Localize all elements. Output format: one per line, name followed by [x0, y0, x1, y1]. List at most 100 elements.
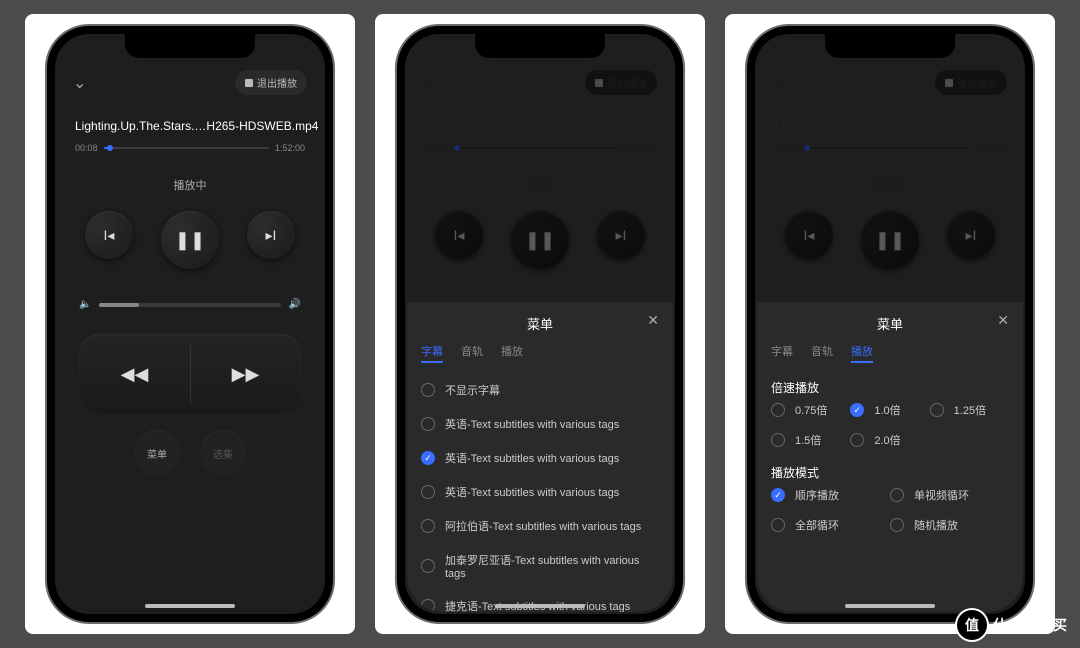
radio-icon: [771, 433, 785, 447]
menu-sheet: 菜单 ✕ 字幕 音轨 播放 倍速播放 0.75倍1.0倍1.25倍1.5倍2.0…: [757, 302, 1023, 612]
option-row[interactable]: 1.0倍: [850, 402, 929, 418]
phone-frame: ⌄ 退出播放 Day.Shift.2022.1080p…DR.HEVC-CMRG…: [395, 24, 685, 624]
option-label: 不显示字幕: [445, 382, 500, 398]
speed-section-label: 倍速播放: [771, 379, 1009, 396]
collapse-chevron-icon[interactable]: ⌄: [423, 73, 436, 93]
home-indicator: [495, 604, 585, 608]
tab-play[interactable]: 播放: [501, 343, 523, 363]
tab-subtitle[interactable]: 字幕: [421, 343, 443, 363]
close-icon[interactable]: ✕: [997, 312, 1009, 329]
time-duration: 1:52:00: [975, 143, 1005, 153]
option-label: 阿拉伯语-Text subtitles with various tags: [445, 518, 641, 534]
watermark-text: 什么值得买: [993, 615, 1068, 635]
radio-icon: [850, 433, 864, 447]
radio-icon: [421, 519, 435, 533]
option-row[interactable]: 0.75倍: [771, 402, 850, 418]
volume-high-icon: 🔊: [289, 299, 301, 310]
option-label: 顺序播放: [795, 487, 839, 503]
tab-audio[interactable]: 音轨: [811, 343, 833, 363]
prev-track-button[interactable]: I◂: [435, 211, 483, 259]
option-row[interactable]: 捷克语-Text subtitles with various tags: [421, 589, 659, 612]
time-elapsed: 00:14: [775, 143, 798, 153]
mode-section-label: 播放模式: [771, 464, 1009, 481]
next-track-button[interactable]: ▸I: [947, 211, 995, 259]
play-status: 播放中: [757, 177, 1023, 193]
option-row[interactable]: 随机播放: [890, 517, 1009, 533]
option-row[interactable]: 阿拉伯语-Text subtitles with various tags: [421, 509, 659, 543]
volume-slider[interactable]: [99, 303, 280, 307]
prev-track-button[interactable]: I◂: [85, 211, 133, 259]
watermark-logo-icon: 值: [957, 610, 987, 640]
radio-icon: [930, 403, 944, 417]
exit-play-button[interactable]: 退出播放: [935, 70, 1007, 95]
radio-icon: [890, 518, 904, 532]
menu-button[interactable]: 菜单: [134, 430, 180, 476]
option-label: 随机播放: [914, 517, 958, 533]
notch: [825, 34, 955, 58]
fastforward-button[interactable]: ▶▶: [190, 334, 301, 414]
radio-icon: [771, 518, 785, 532]
rewind-button[interactable]: ◀◀: [79, 334, 190, 414]
option-label: 英语-Text subtitles with various tags: [445, 484, 619, 500]
radio-icon: [421, 485, 435, 499]
phone-frame: ⌄ 退出播放 Lighting.Up.The.Stars.…H265-HDSWE…: [745, 24, 1035, 624]
play-pause-button[interactable]: ❚❚: [161, 211, 219, 269]
option-row[interactable]: 1.25倍: [930, 402, 1009, 418]
play-status: 播放中: [407, 177, 673, 193]
exit-play-label: 退出播放: [957, 75, 997, 90]
option-row[interactable]: 不显示字幕: [421, 373, 659, 407]
progress-track[interactable]: [104, 147, 269, 149]
phone-frame: ⌄ 退出播放 Lighting.Up.The.Stars.…H265-HDSWE…: [45, 24, 335, 624]
radio-icon: [421, 417, 435, 431]
option-row[interactable]: 顺序播放: [771, 487, 890, 503]
media-title: Day.Shift.2022.1080p…DR.HEVC-CMRG.mkv: [407, 95, 673, 139]
notch: [475, 34, 605, 58]
next-track-button[interactable]: ▸I: [597, 211, 645, 259]
option-label: 1.25倍: [954, 402, 986, 418]
option-row[interactable]: 加泰罗尼亚语-Text subtitles with various tags: [421, 543, 659, 589]
radio-icon: [421, 559, 435, 573]
radio-icon: [421, 451, 435, 465]
option-label: 英语-Text subtitles with various tags: [445, 416, 619, 432]
screen: ⌄ 退出播放 Lighting.Up.The.Stars.…H265-HDSWE…: [757, 36, 1023, 612]
play-pause-button[interactable]: ❚❚: [511, 211, 569, 269]
radio-icon: [421, 383, 435, 397]
option-row[interactable]: 2.0倍: [850, 432, 929, 448]
play-status: 播放中: [57, 177, 323, 193]
menu-sheet: 菜单 ✕ 字幕 音轨 播放 不显示字幕英语-Text subtitles wit…: [407, 302, 673, 612]
stop-icon: [595, 79, 603, 87]
play-pause-button[interactable]: ❚❚: [861, 211, 919, 269]
option-row[interactable]: 1.5倍: [771, 432, 850, 448]
progress-track[interactable]: [454, 147, 619, 149]
option-row[interactable]: 单视频循环: [890, 487, 1009, 503]
option-label: 单视频循环: [914, 487, 969, 503]
option-row[interactable]: 英语-Text subtitles with various tags: [421, 407, 659, 441]
collapse-chevron-icon[interactable]: ⌄: [73, 73, 86, 93]
tab-audio[interactable]: 音轨: [461, 343, 483, 363]
prev-track-button[interactable]: I◂: [785, 211, 833, 259]
exit-play-label: 退出播放: [607, 75, 647, 90]
stop-icon: [245, 79, 253, 87]
tab-play[interactable]: 播放: [851, 343, 873, 363]
exit-play-button[interactable]: 退出播放: [585, 70, 657, 95]
exit-play-button[interactable]: 退出播放: [235, 70, 307, 95]
option-label: 全部循环: [795, 517, 839, 533]
radio-icon: [421, 599, 435, 612]
option-row[interactable]: 英语-Text subtitles with various tags: [421, 441, 659, 475]
time-elapsed: 00:08: [75, 143, 98, 153]
media-title: Lighting.Up.The.Stars.…H265-HDSWEB.mp4: [57, 95, 323, 139]
option-row[interactable]: 英语-Text subtitles with various tags: [421, 475, 659, 509]
option-label: 2.0倍: [874, 432, 900, 448]
tab-subtitle[interactable]: 字幕: [771, 343, 793, 363]
exit-play-label: 退出播放: [257, 75, 297, 90]
collapse-chevron-icon[interactable]: ⌄: [773, 73, 786, 93]
screen: ⌄ 退出播放 Lighting.Up.The.Stars.…H265-HDSWE…: [57, 36, 323, 612]
stop-icon: [945, 79, 953, 87]
seek-pad: ◀◀ ▶▶: [79, 334, 301, 414]
option-row[interactable]: 全部循环: [771, 517, 890, 533]
next-track-button[interactable]: ▸I: [247, 211, 295, 259]
radio-icon: [771, 488, 785, 502]
episode-select-button[interactable]: 选集: [200, 430, 246, 476]
progress-track[interactable]: [804, 147, 969, 149]
close-icon[interactable]: ✕: [647, 312, 659, 329]
